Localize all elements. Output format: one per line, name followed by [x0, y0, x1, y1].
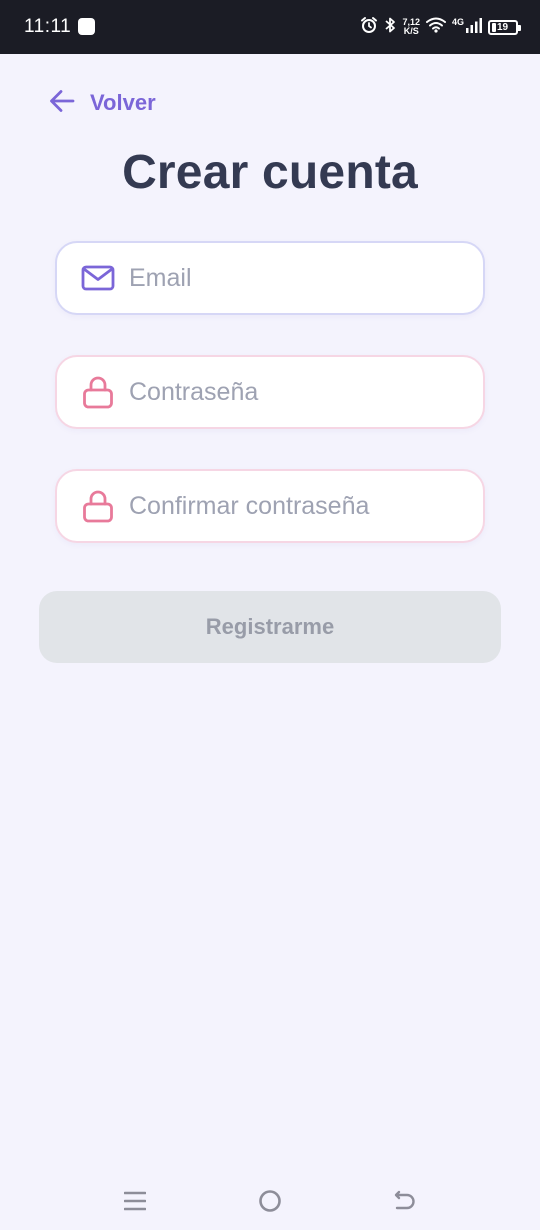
password-input[interactable]	[129, 377, 459, 407]
arrow-left-icon	[48, 87, 76, 120]
battery-fill	[492, 22, 496, 32]
network-speed-unit: K/S	[403, 26, 419, 36]
system-nav-bar	[0, 1170, 540, 1230]
status-bar: 11:11 7,12 K/S 4G 19	[0, 0, 540, 54]
email-input[interactable]	[129, 263, 459, 293]
confirm-password-field-container[interactable]	[55, 469, 485, 543]
menu-icon[interactable]	[115, 1184, 155, 1218]
password-field-container[interactable]	[55, 355, 485, 429]
battery-level: 19	[497, 21, 509, 33]
wifi-icon	[425, 17, 446, 38]
battery-icon: 19	[488, 19, 521, 35]
signal-icon	[466, 17, 482, 38]
status-time: 11:11	[24, 16, 72, 37]
network-type: 4G	[451, 17, 464, 27]
email-field-container[interactable]	[55, 241, 485, 315]
register-button[interactable]: Registrarme	[39, 591, 501, 663]
app-notification-icon	[78, 18, 95, 35]
lock-icon	[81, 489, 115, 523]
back-label: Volver	[90, 90, 156, 115]
alarm-icon	[360, 16, 378, 39]
back-icon[interactable]	[385, 1184, 425, 1218]
confirm-password-input[interactable]	[129, 491, 459, 521]
back-button[interactable]: Volver	[48, 86, 156, 120]
network-speed: 7,12 K/S	[402, 18, 420, 36]
status-icons: 7,12 K/S 4G 19	[360, 13, 521, 41]
bluetooth-icon	[384, 16, 396, 39]
page-title: Crear cuenta	[122, 146, 418, 199]
home-circle-icon[interactable]	[250, 1184, 290, 1218]
mail-icon	[81, 261, 115, 295]
lock-icon	[81, 375, 115, 409]
